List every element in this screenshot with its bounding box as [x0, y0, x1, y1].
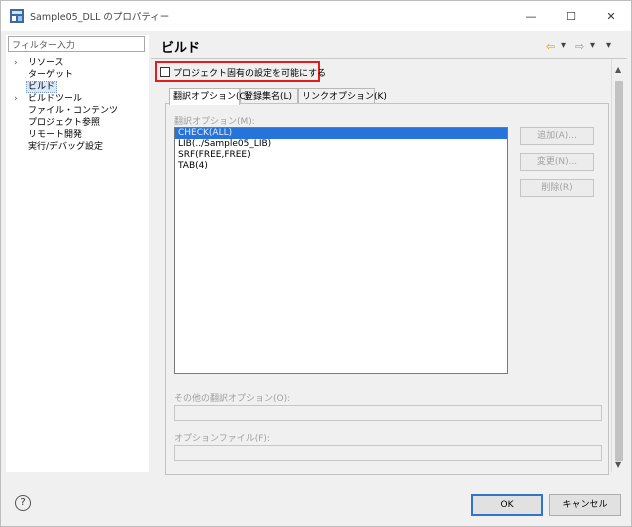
filter-input[interactable]: フィルター入力 [8, 36, 145, 52]
page-navigation: ⇦ ▾ ⇨ ▾ ▾ [546, 40, 626, 54]
sidebar-item-label: リソース [28, 58, 64, 68]
scroll-thumb[interactable] [615, 81, 623, 461]
sidebar-item-target[interactable]: ターゲット [6, 69, 149, 81]
ok-button[interactable]: OK [471, 494, 543, 516]
view-menu-icon[interactable]: ▾ [606, 40, 611, 51]
translate-options-list[interactable]: CHECK(ALL) LIB(../Sample05_LIB) SRF(FREE… [174, 127, 508, 374]
forward-arrow-icon[interactable]: ⇨ [575, 40, 584, 53]
help-icon[interactable]: ? [15, 495, 31, 511]
list-item[interactable]: SRF(FREE,FREE) [175, 150, 507, 161]
sidebar-item-project-references[interactable]: プロジェクト参照 [6, 117, 149, 129]
properties-dialog: Sample05_DLL のプロパティー — ☐ ✕ フィルター入力 › リソー… [0, 0, 632, 527]
scroll-up-icon[interactable]: ▲ [615, 65, 621, 74]
sidebar-item-label: ファイル・コンテンツ [28, 106, 119, 116]
expand-arrow-icon[interactable]: › [14, 93, 18, 105]
sidebar-item-label: ターゲット [28, 70, 74, 80]
back-arrow-icon[interactable]: ⇦ [546, 40, 555, 53]
app-icon [10, 9, 24, 23]
cancel-button[interactable]: キャンセル [549, 494, 621, 516]
property-page: ビルド ⇦ ▾ ⇨ ▾ ▾ プロジェクト固有の設定を可能にする 翻訳オプション(… [151, 35, 627, 475]
sidebar: フィルター入力 › リソース ターゲット ビルド › ビルドツール ファイル・コ… [6, 35, 149, 472]
sidebar-item-build[interactable]: ビルド [6, 81, 149, 93]
dialog-footer: ? OK キャンセル [1, 478, 631, 526]
vertical-scrollbar[interactable]: ▲ ▼ [611, 59, 626, 472]
tab-translate-options[interactable]: 翻訳オプション(C) [169, 88, 249, 105]
page-title: ビルド [161, 41, 201, 56]
list-item[interactable]: TAB(4) [175, 161, 507, 172]
translate-options-label: 翻訳オプション(M): [174, 117, 255, 127]
sidebar-item-label: ビルド [26, 81, 58, 93]
window-title: Sample05_DLL のプロパティー [30, 12, 170, 23]
sidebar-item-run-debug-settings[interactable]: 実行/デバッグ設定 [6, 141, 149, 153]
maximize-button[interactable]: ☐ [551, 1, 591, 31]
sidebar-item-remote-development[interactable]: リモート開発 [6, 129, 149, 141]
back-menu-icon[interactable]: ▾ [561, 40, 566, 51]
sidebar-item-label: プロジェクト参照 [28, 118, 101, 128]
sidebar-item-label: リモート開発 [28, 130, 83, 140]
add-button[interactable]: 追加(A)... [520, 127, 594, 145]
forward-menu-icon[interactable]: ▾ [590, 40, 595, 51]
other-options-label: その他の翻訳オプション(O): [174, 394, 291, 404]
expand-arrow-icon[interactable]: › [14, 57, 18, 69]
project-specific-checkbox-label[interactable]: プロジェクト固有の設定を可能にする [173, 66, 326, 79]
minimize-button[interactable]: — [511, 1, 551, 31]
delete-button[interactable]: 削除(R) [520, 179, 594, 197]
scroll-down-icon[interactable]: ▼ [615, 460, 621, 469]
translate-options-panel: 翻訳オプション(M): CHECK(ALL) LIB(../Sample05_L… [165, 103, 609, 475]
title-bar: Sample05_DLL のプロパティー — ☐ ✕ [1, 1, 631, 31]
sidebar-item-label: ビルドツール [28, 94, 83, 104]
tab-link-options[interactable]: リンクオプション(K) [298, 88, 387, 104]
sidebar-item-file-contents[interactable]: ファイル・コンテンツ [6, 105, 149, 117]
other-options-field[interactable] [174, 405, 602, 421]
change-button[interactable]: 変更(N)... [520, 153, 594, 171]
sidebar-item-label: 実行/デバッグ設定 [28, 142, 104, 152]
sidebar-item-resource[interactable]: › リソース [6, 57, 149, 69]
project-specific-checkbox[interactable] [160, 67, 170, 77]
sidebar-item-build-tools[interactable]: › ビルドツール [6, 93, 149, 105]
option-file-field[interactable] [174, 445, 602, 461]
list-item[interactable]: LIB(../Sample05_LIB) [175, 139, 507, 150]
close-button[interactable]: ✕ [591, 1, 631, 31]
page-content: プロジェクト固有の設定を可能にする 翻訳オプション(C) 登録集名(L) リンク… [151, 59, 611, 475]
option-file-label: オプションファイル(F): [174, 434, 270, 444]
category-tree: › リソース ターゲット ビルド › ビルドツール ファイル・コンテンツ プロジ… [6, 57, 149, 153]
list-item[interactable]: CHECK(ALL) [175, 128, 507, 139]
